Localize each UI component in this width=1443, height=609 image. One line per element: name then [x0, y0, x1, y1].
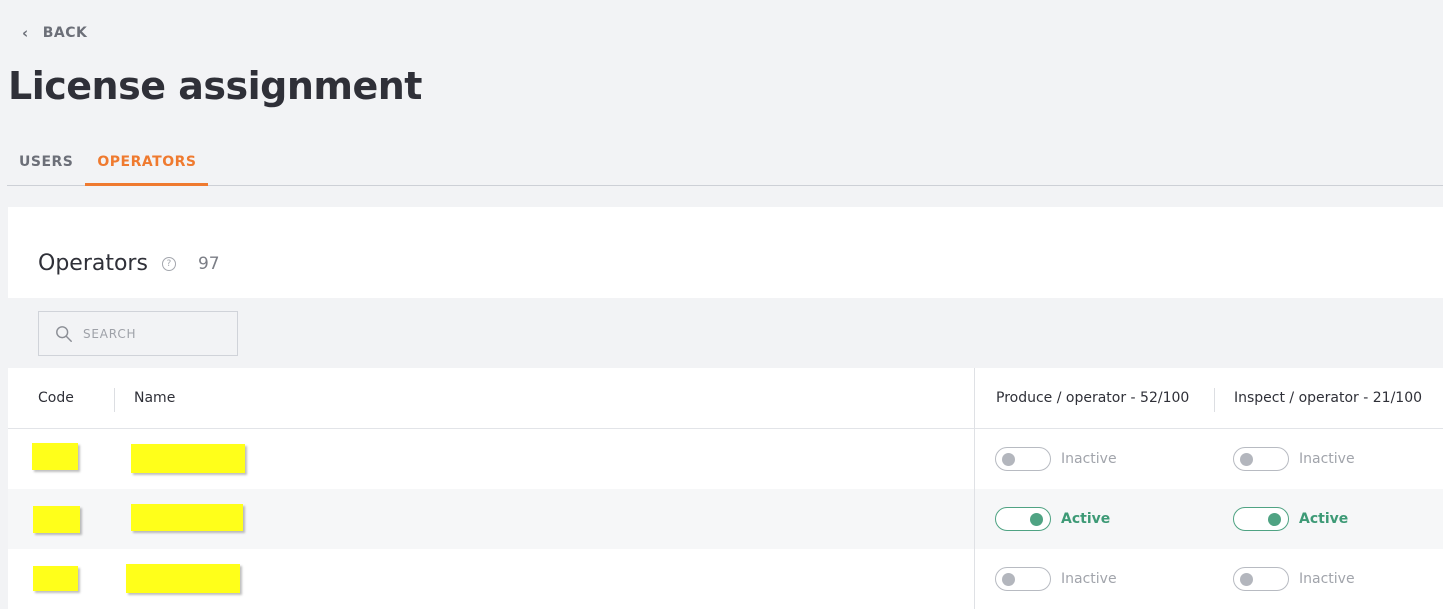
back-label: BACK — [42, 25, 88, 41]
column-group-divider — [974, 368, 975, 609]
redacted-name — [131, 504, 243, 531]
inspect-toggle-switch[interactable] — [1233, 447, 1289, 471]
inspect-status-label: Inactive — [1299, 451, 1355, 467]
search-box[interactable] — [38, 311, 238, 356]
tab-users[interactable]: USERS — [7, 140, 85, 186]
inspect-status-label: Inactive — [1299, 571, 1355, 587]
tab-operators[interactable]: OPERATORS — [85, 140, 209, 186]
inspect-status-label: Active — [1299, 511, 1349, 527]
redacted-name — [131, 444, 245, 473]
produce-license-toggle: Active — [995, 507, 1110, 531]
table-header: Code Name Produce / operator - 52/100 In… — [8, 368, 1443, 429]
operators-card: Operators ? 97 Code Name Produce / opera… — [8, 207, 1443, 609]
inspect-toggle-switch[interactable] — [1233, 567, 1289, 591]
column-header-code[interactable]: Code — [38, 390, 74, 406]
produce-toggle-switch[interactable] — [995, 567, 1051, 591]
tab-bar: USERS OPERATORS — [7, 140, 1443, 186]
operator-count: 97 — [197, 253, 220, 274]
column-divider — [1214, 388, 1215, 412]
search-input[interactable] — [83, 326, 233, 341]
toggle-knob — [1002, 453, 1015, 466]
redacted-code — [33, 566, 78, 591]
inspect-license-toggle: Inactive — [1233, 567, 1355, 591]
toggle-knob — [1030, 513, 1043, 526]
page-title: License assignment — [8, 64, 422, 108]
column-header-inspect[interactable]: Inspect / operator - 21/100 — [1234, 390, 1422, 406]
table-row[interactable]: Inactive Inactive — [8, 549, 1443, 609]
column-header-name[interactable]: Name — [134, 390, 175, 406]
table-toolbar — [8, 298, 1443, 368]
inspect-license-toggle: Active — [1233, 507, 1348, 531]
produce-toggle-switch[interactable] — [995, 447, 1051, 471]
produce-status-label: Inactive — [1061, 451, 1117, 467]
search-icon — [56, 325, 72, 342]
back-link[interactable]: ‹ BACK — [22, 24, 87, 42]
column-divider — [114, 388, 115, 412]
section-header: Operators ? 97 — [38, 251, 220, 276]
operators-table: Code Name Produce / operator - 52/100 In… — [8, 368, 1443, 609]
help-icon[interactable]: ? — [161, 256, 176, 271]
redacted-code — [33, 506, 80, 533]
toggle-knob — [1240, 573, 1253, 586]
produce-license-toggle: Inactive — [995, 567, 1117, 591]
inspect-toggle-switch[interactable] — [1233, 507, 1289, 531]
toggle-knob — [1002, 573, 1015, 586]
produce-status-label: Inactive — [1061, 571, 1117, 587]
produce-toggle-switch[interactable] — [995, 507, 1051, 531]
toggle-knob — [1268, 513, 1281, 526]
table-row[interactable]: Active Active — [8, 489, 1443, 549]
section-title: Operators — [38, 251, 148, 276]
column-header-produce[interactable]: Produce / operator - 52/100 — [996, 390, 1189, 406]
produce-license-toggle: Inactive — [995, 447, 1117, 471]
inspect-license-toggle: Inactive — [1233, 447, 1355, 471]
table-row[interactable]: Inactive Inactive — [8, 429, 1443, 489]
redacted-code — [32, 443, 78, 470]
chevron-left-icon: ‹ — [22, 24, 29, 42]
toggle-knob — [1240, 453, 1253, 466]
redacted-name — [126, 564, 240, 593]
produce-status-label: Active — [1061, 511, 1111, 527]
